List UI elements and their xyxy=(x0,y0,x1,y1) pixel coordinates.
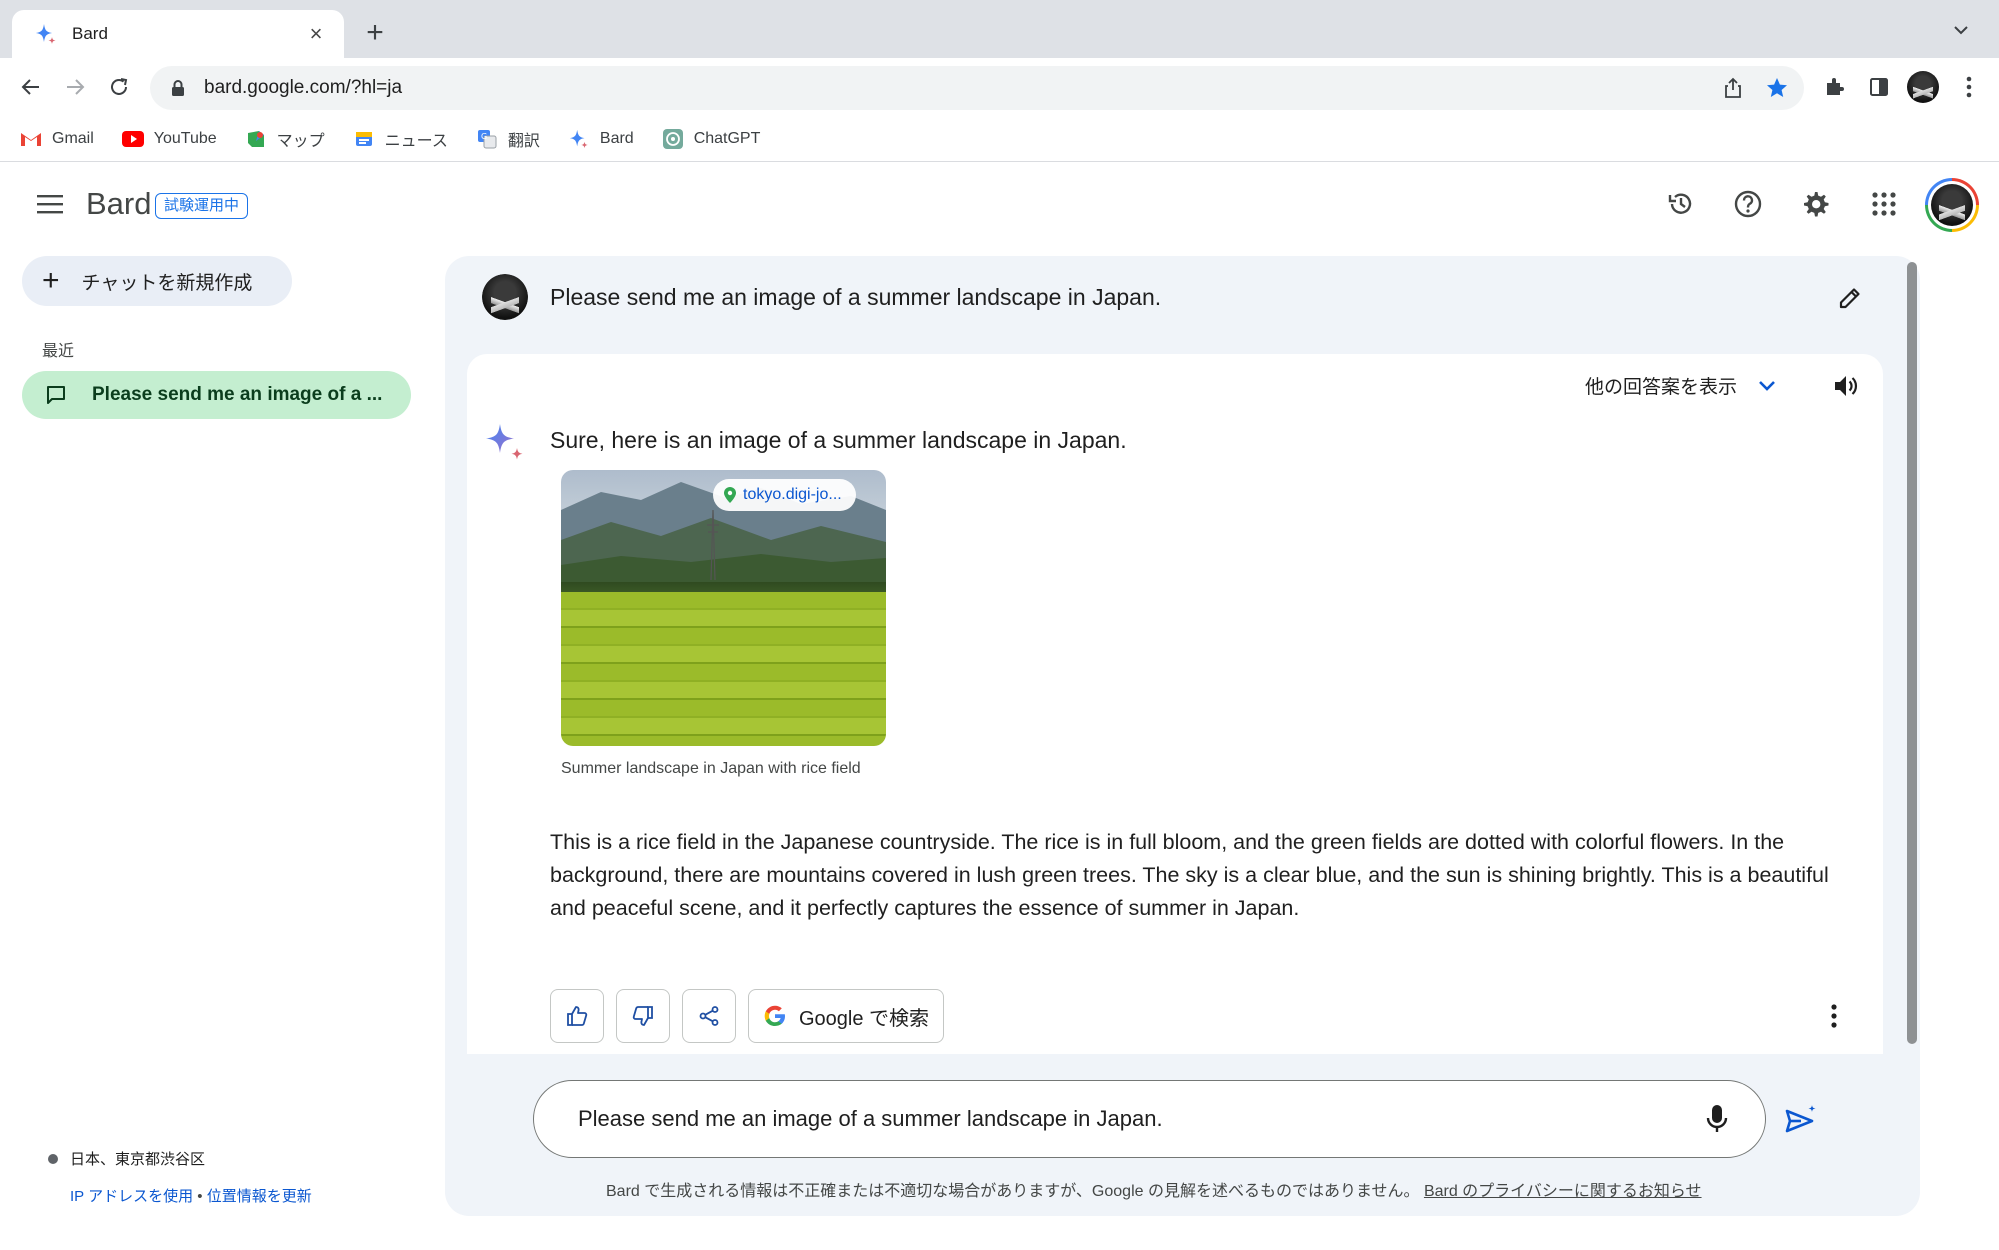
experiment-badge: 試験運用中 xyxy=(155,193,249,219)
thumbs-down-icon xyxy=(632,1006,653,1026)
thumbs-up-button[interactable] xyxy=(550,989,604,1043)
side-panel-icon[interactable] xyxy=(1862,70,1896,104)
share-page-icon[interactable] xyxy=(1716,71,1750,105)
share-icon xyxy=(699,1006,719,1026)
back-arrow-icon[interactable] xyxy=(14,70,48,104)
link-separator: • xyxy=(197,1188,203,1205)
google-search-button[interactable]: Google で検索 xyxy=(748,989,945,1043)
recent-section-label: 最近 xyxy=(42,343,75,360)
answer-actions: Google で検索 xyxy=(550,989,945,1043)
bookmark-label: YouTube xyxy=(153,129,217,147)
bookmark-chatgpt[interactable]: ChatGPT xyxy=(662,128,761,149)
use-ip-link[interactable]: IP アドレスを使用 xyxy=(70,1188,193,1205)
user-question: Please send me an image of a summer land… xyxy=(550,284,1162,310)
bookmark-label: Gmail xyxy=(52,129,94,147)
bookmark-star-icon[interactable] xyxy=(1760,71,1794,105)
profile-avatar-icon[interactable] xyxy=(1906,70,1940,104)
translate-icon: G xyxy=(476,129,498,149)
disclaimer: Bard で生成される情報は不正確または不適切な場合がありますが、Google … xyxy=(606,1177,1702,1201)
location-text: 日本、東京都渋谷区 xyxy=(70,1151,206,1168)
prompt-input[interactable] xyxy=(578,1106,1695,1132)
privacy-link[interactable]: Bard のプライバシーに関するお知らせ xyxy=(1424,1183,1702,1200)
send-icon[interactable] xyxy=(1779,1098,1823,1142)
youtube-icon xyxy=(121,129,144,149)
drafts-label: 他の回答案を表示 xyxy=(1585,377,1738,398)
thumbs-down-button[interactable] xyxy=(616,989,670,1043)
apps-grid-icon[interactable] xyxy=(1864,184,1904,224)
history-icon[interactable] xyxy=(1661,184,1701,224)
tab-title: Bard xyxy=(72,24,108,43)
map-pin-icon xyxy=(724,487,736,503)
speaker-icon[interactable] xyxy=(1826,366,1866,406)
gmail-icon xyxy=(20,129,42,149)
chatgpt-icon xyxy=(662,128,684,149)
bookmark-label: ChatGPT xyxy=(693,129,761,147)
help-icon[interactable] xyxy=(1728,184,1768,224)
account-avatar[interactable] xyxy=(1925,178,1979,232)
landscape-image[interactable]: tokyo.digi-jo... xyxy=(561,470,886,746)
microphone-icon[interactable] xyxy=(1695,1097,1739,1141)
user-avatar xyxy=(482,274,528,320)
browser-tab-bard[interactable]: Bard × xyxy=(12,10,344,58)
app-brand[interactable]: Bard xyxy=(86,186,151,222)
new-tab-icon[interactable]: + xyxy=(360,16,390,50)
answer-intro: Sure, here is an image of a summer lands… xyxy=(550,427,1127,453)
browser-tabstrip: Bard × + xyxy=(0,0,1999,58)
update-location-link[interactable]: 位置情報を更新 xyxy=(207,1188,312,1205)
forward-arrow-icon[interactable] xyxy=(58,70,92,104)
google-g-icon xyxy=(764,1005,785,1026)
google-search-label: Google で検索 xyxy=(799,1007,930,1030)
bard-sparkle-icon xyxy=(36,24,56,44)
show-drafts-toggle[interactable]: 他の回答案を表示 xyxy=(1585,372,1779,399)
bard-icon xyxy=(568,129,590,149)
url-text[interactable]: bard.google.com/?hl=ja xyxy=(204,77,1716,99)
bookmarks-bar: Gmail YouTube マップ ニュース G 翻訳 Bard ChatGPT xyxy=(0,116,1999,162)
bookmark-news[interactable]: ニュース xyxy=(353,127,448,151)
recent-chat-label: Please send me an image of a ... xyxy=(92,384,383,405)
bookmark-label: 翻訳 xyxy=(507,132,540,150)
bard-sparkle-icon xyxy=(486,424,523,460)
prompt-input-container[interactable] xyxy=(533,1080,1766,1158)
disclaimer-text: Bard で生成される情報は不正確または不適切な場合がありますが、Google … xyxy=(606,1183,1420,1200)
image-source-text: tokyo.digi-jo... xyxy=(743,486,842,503)
news-icon xyxy=(353,129,375,149)
recent-chat-item[interactable]: Please send me an image of a ... xyxy=(22,371,411,419)
plus-icon: + xyxy=(42,264,60,297)
bookmark-translate[interactable]: G 翻訳 xyxy=(476,127,540,151)
bookmark-label: マップ xyxy=(276,132,325,150)
reload-icon[interactable] xyxy=(102,70,136,104)
share-button[interactable] xyxy=(682,989,736,1043)
bookmark-bard[interactable]: Bard xyxy=(568,129,634,149)
edit-pencil-icon[interactable] xyxy=(1830,278,1870,318)
location-dot-icon xyxy=(48,1153,58,1164)
chevron-down-icon xyxy=(1759,380,1775,391)
new-chat-label: チャットを新規作成 xyxy=(81,272,253,294)
bookmark-label: Bard xyxy=(599,129,634,147)
tab-search-chevron-icon[interactable] xyxy=(1951,20,1971,40)
kebab-menu-icon[interactable] xyxy=(1952,70,1986,104)
image-source-chip[interactable]: tokyo.digi-jo... xyxy=(713,479,856,511)
location-info: 日本、東京都渋谷区 IP アドレスを使用 • 位置情報を更新 xyxy=(48,1148,312,1206)
browser-toolbar: bard.google.com/?hl=ja xyxy=(0,58,1999,116)
close-tab-icon[interactable]: × xyxy=(302,21,330,47)
address-bar[interactable]: bard.google.com/?hl=ja xyxy=(150,66,1804,110)
bookmark-label: ニュース xyxy=(384,132,448,150)
image-caption: Summer landscape in Japan with rice fiel… xyxy=(561,760,861,777)
settings-gear-icon[interactable] xyxy=(1795,184,1835,224)
bookmark-maps[interactable]: マップ xyxy=(245,127,325,151)
conversation-scrollbar[interactable] xyxy=(1907,262,1917,1044)
thumbs-up-icon xyxy=(567,1006,588,1026)
lock-icon[interactable] xyxy=(168,78,188,98)
chat-bubble-icon xyxy=(47,386,65,404)
maps-icon xyxy=(245,129,267,149)
svg-text:G: G xyxy=(481,132,487,141)
more-options-icon[interactable] xyxy=(1814,996,1854,1036)
hamburger-menu-icon[interactable] xyxy=(32,186,68,222)
app-header: Bard 試験運用中 xyxy=(0,162,1999,250)
answer-body: This is a rice field in the Japanese cou… xyxy=(550,830,1829,920)
bookmark-gmail[interactable]: Gmail xyxy=(20,129,94,149)
bookmark-youtube[interactable]: YouTube xyxy=(121,129,217,149)
extensions-puzzle-icon[interactable] xyxy=(1818,70,1852,104)
new-chat-button[interactable]: + チャットを新規作成 xyxy=(22,256,292,306)
